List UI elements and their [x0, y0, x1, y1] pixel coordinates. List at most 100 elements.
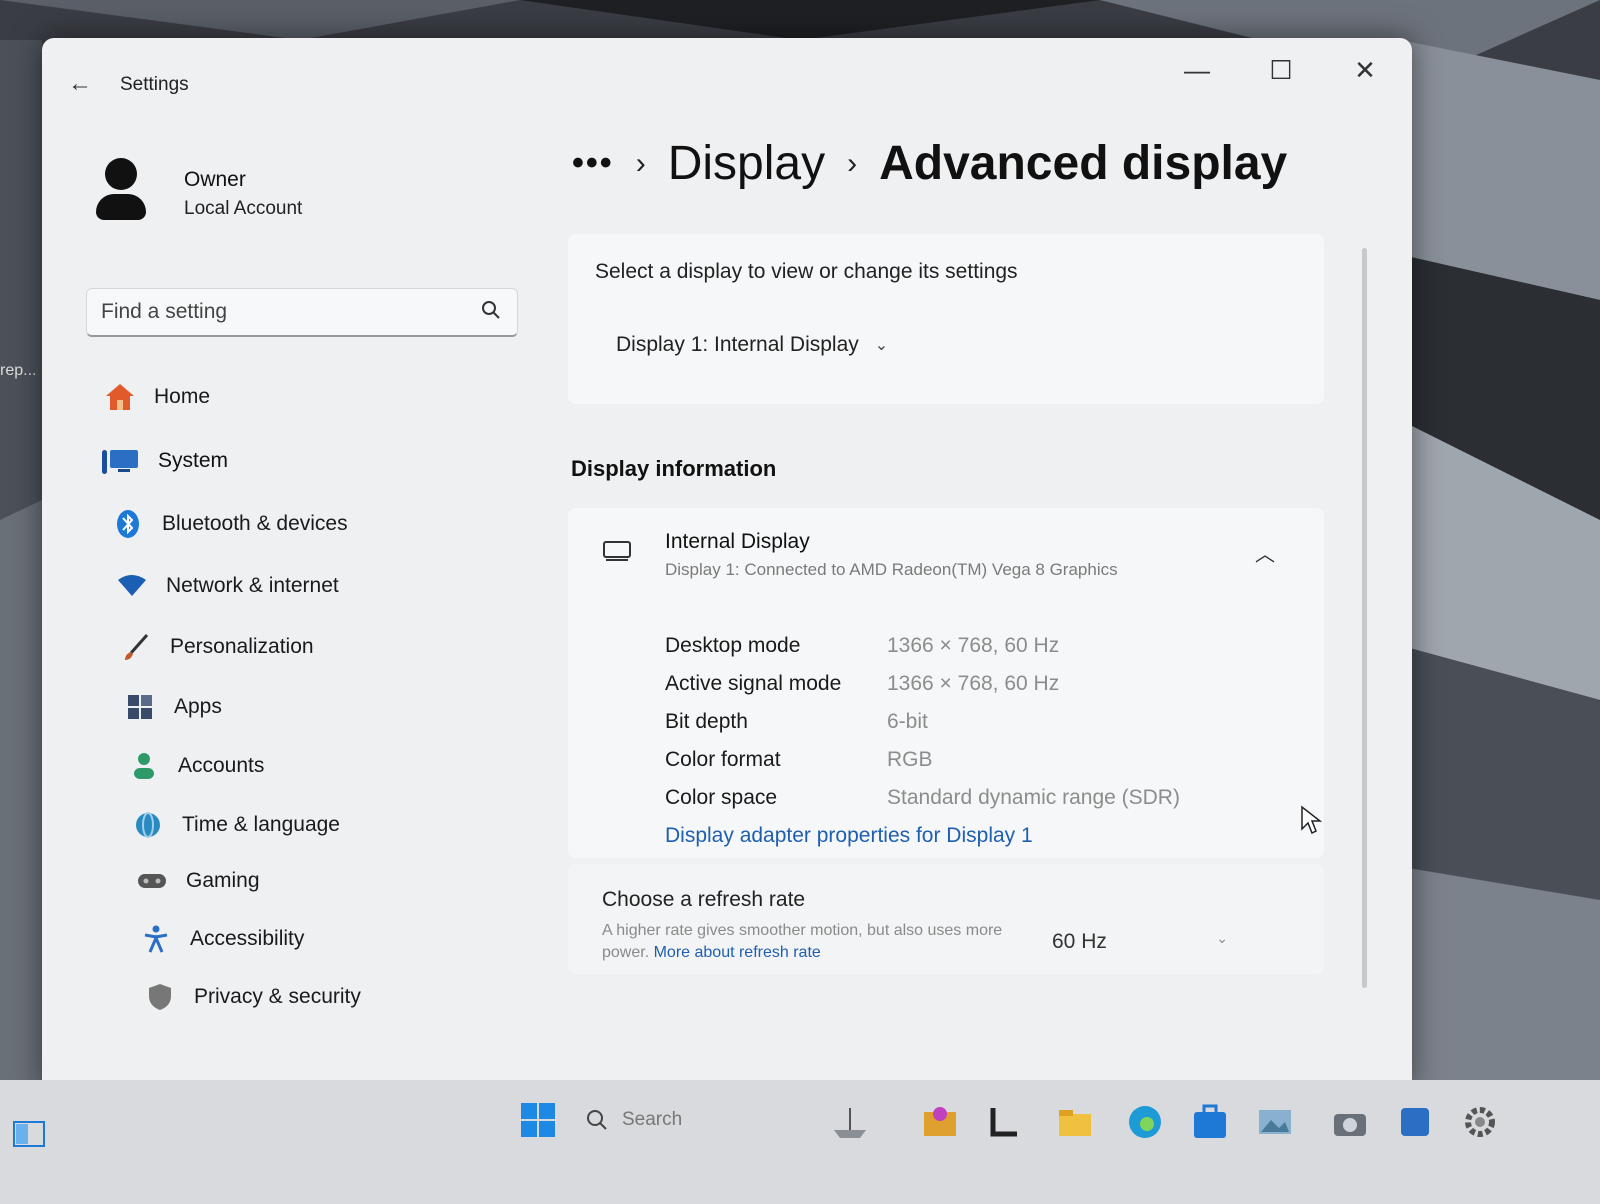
search-icon [587, 1110, 607, 1130]
profile-account-type: Local Account [184, 198, 303, 219]
info-value: 1366 × 768, 60 Hz [887, 634, 1060, 657]
sidebar-item-label: Time & language [182, 813, 340, 836]
start-icon[interactable] [520, 1102, 556, 1138]
breadcrumb: ••• › Display › Advanced display [572, 136, 1287, 191]
widgets-icon[interactable] [12, 1120, 46, 1148]
close-button[interactable]: ✕ [1330, 50, 1400, 90]
info-key: Active signal mode [665, 672, 842, 695]
photos-app-icon[interactable] [1255, 1102, 1295, 1142]
microsoft-store-icon[interactable] [1190, 1102, 1230, 1142]
refresh-rate-title: Choose a refresh rate [602, 888, 806, 911]
sidebar-item-label: Accounts [178, 754, 265, 777]
accounts-icon [124, 751, 164, 781]
taskbar: Search [0, 1080, 1600, 1204]
sidebar-item-system[interactable]: System [102, 438, 229, 484]
display-connection-subtitle: Display 1: Connected to AMD Radeon(TM) V… [665, 560, 1118, 579]
chevron-down-icon: ⌄ [874, 337, 889, 354]
page-title: Advanced display [879, 137, 1288, 190]
refresh-rate-card: Choose a refresh rate A higher rate give… [568, 864, 1324, 974]
store-folder-icon[interactable] [920, 1102, 960, 1142]
breadcrumb-separator: › [635, 146, 646, 180]
sidebar-item-bluetooth[interactable]: Bluetooth & devices [108, 501, 348, 547]
info-key: Bit depth [665, 710, 748, 733]
display-name: Internal Display [665, 530, 810, 553]
select-display-card: Select a display to view or change its s… [568, 234, 1324, 404]
sidebar-item-network[interactable]: Network & internet [112, 563, 339, 609]
chevron-down-icon: ⌄ [1216, 930, 1228, 946]
breadcrumb-separator: › [847, 146, 858, 180]
back-arrow-icon[interactable]: ← [68, 70, 92, 98]
breadcrumb-display-link[interactable]: Display [668, 136, 825, 191]
sidebar-item-time-language[interactable]: Time & language [128, 802, 340, 848]
chevron-up-icon[interactable]: ︿ [1250, 538, 1280, 568]
display-adapter-properties-link[interactable]: Display adapter properties for Display 1 [665, 824, 1033, 848]
more-about-refresh-rate-link[interactable]: More about refresh rate [654, 944, 821, 961]
sidebar-item-gaming[interactable]: Gaming [132, 858, 260, 904]
info-value: 1366 × 768, 60 Hz [887, 672, 1060, 695]
sidebar-item-label: Privacy & security [194, 985, 361, 1008]
scrollbar[interactable] [1362, 248, 1367, 988]
globe-icon [128, 810, 168, 840]
search-input[interactable] [99, 297, 463, 327]
accessibility-icon [136, 924, 176, 954]
display-select-value: Display 1: Internal Display [616, 333, 859, 356]
refresh-rate-value: 60 Hz [1052, 930, 1107, 953]
controller-icon [132, 866, 172, 896]
apps-icon [120, 692, 160, 722]
info-value: Standard dynamic range (SDR) [887, 786, 1180, 809]
app-l-icon[interactable] [985, 1102, 1025, 1142]
sidebar-item-label: System [158, 449, 229, 472]
app-icon[interactable] [1395, 1102, 1435, 1142]
brush-icon [116, 632, 156, 662]
search-icon[interactable] [481, 300, 501, 320]
display-select-dropdown[interactable]: Display 1: Internal Display ⌄ [600, 322, 920, 368]
sidebar-item-home[interactable]: Home [100, 374, 210, 420]
app-title: Settings [120, 74, 189, 95]
sidebar-item-label: Apps [174, 695, 222, 718]
wifi-icon [112, 571, 152, 601]
info-key: Desktop mode [665, 634, 801, 657]
taskbar-search-placeholder: Search [622, 1109, 683, 1130]
sidebar-item-label: Bluetooth & devices [162, 512, 348, 535]
settings-window: ← Settings — ☐ ✕ Owner Local Account Hom… [42, 38, 1412, 1090]
profile-name: Owner [184, 168, 246, 191]
sidebar-item-apps[interactable]: Apps [120, 684, 222, 730]
sidebar-item-accounts[interactable]: Accounts [124, 743, 264, 789]
sidebar-item-label: Home [154, 385, 211, 408]
bluetooth-icon [108, 509, 148, 539]
info-key: Color space [665, 786, 778, 809]
settings-gear-icon[interactable] [1460, 1102, 1500, 1142]
sidebar-item-label: Network & internet [166, 574, 339, 597]
info-key: Color format [665, 748, 781, 771]
maximize-button[interactable]: ☐ [1246, 50, 1316, 90]
sidebar-item-label: Gaming [186, 869, 260, 892]
camera-icon[interactable] [1330, 1102, 1370, 1142]
section-title-display-information: Display information [571, 456, 777, 481]
info-value: RGB [887, 748, 933, 771]
shield-icon [140, 982, 180, 1012]
selection-indicator [102, 450, 107, 474]
edge-browser-icon[interactable] [1125, 1102, 1165, 1142]
desktop-icon-label[interactable]: rep... [0, 362, 36, 380]
taskbar-search[interactable]: Search [586, 1098, 786, 1142]
select-display-label: Select a display to view or change its s… [595, 260, 1018, 283]
refresh-rate-dropdown[interactable]: 60 Hz ⌄ [1038, 924, 1238, 960]
find-setting-search[interactable] [86, 288, 518, 337]
display-information-card: Internal Display Display 1: Connected to… [568, 508, 1324, 858]
avatar [92, 158, 152, 228]
minimize-button[interactable]: — [1162, 50, 1232, 90]
title-bar[interactable]: ← Settings — ☐ ✕ [42, 38, 1412, 108]
sidebar-item-label: Personalization [170, 635, 314, 658]
ship-app-icon[interactable] [830, 1102, 870, 1142]
file-explorer-icon[interactable] [1055, 1102, 1095, 1142]
info-value: 6-bit [887, 710, 928, 733]
refresh-rate-description: A higher rate gives smoother motion, but… [602, 920, 1022, 964]
sidebar-item-accessibility[interactable]: Accessibility [136, 916, 304, 962]
breadcrumb-more-button[interactable]: ••• [572, 144, 614, 183]
mouse-cursor-icon [1301, 805, 1323, 835]
home-icon [100, 382, 140, 412]
sidebar-item-personalization[interactable]: Personalization [116, 624, 314, 670]
sidebar-item-label: Accessibility [190, 927, 305, 950]
sidebar-item-privacy[interactable]: Privacy & security [140, 974, 361, 1020]
monitor-icon [603, 541, 631, 561]
